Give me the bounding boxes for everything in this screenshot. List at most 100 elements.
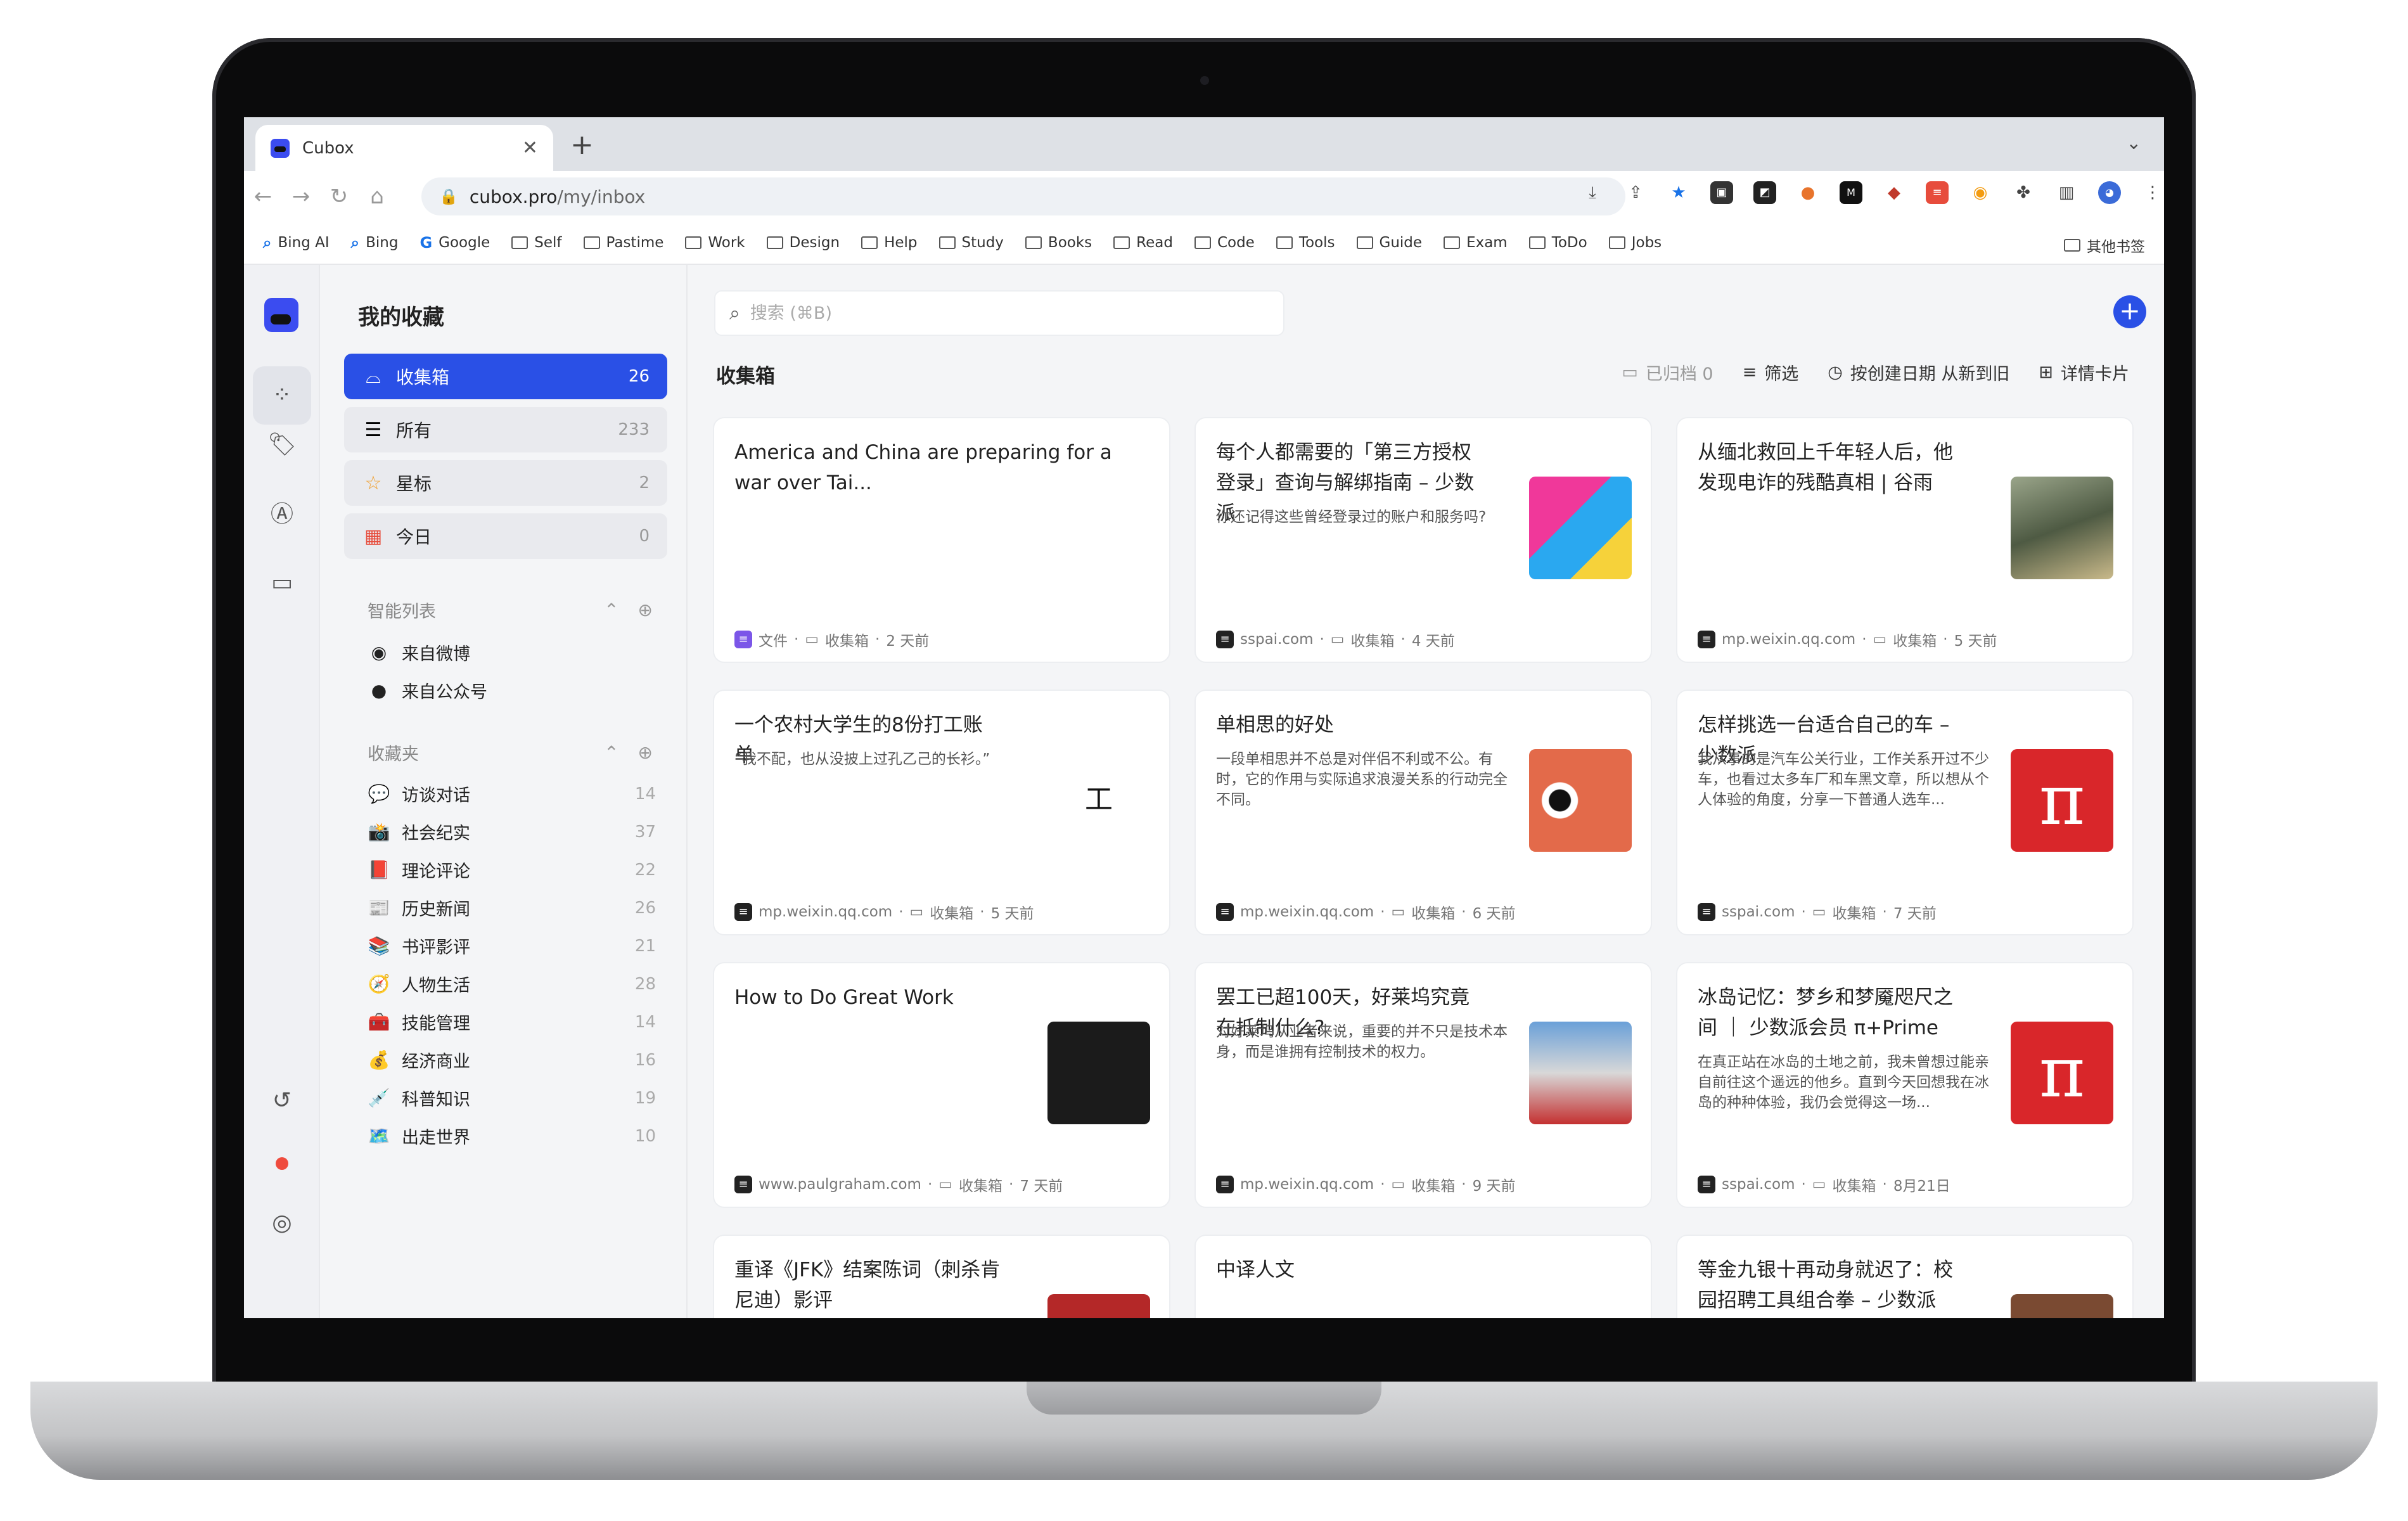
side-panel-icon[interactable]: ▥ <box>2055 181 2078 204</box>
bookmark-item[interactable]: Read <box>1113 234 1173 251</box>
folder-item[interactable]: 💰 经济商业 16 <box>368 1048 656 1072</box>
forward-icon[interactable]: → <box>282 184 320 209</box>
article-card[interactable]: 罢工已超100天，好莱坞究竟在抵制什么? 对好莱坞从业者来说，重要的并不只是技术本… <box>1194 962 1652 1208</box>
reload-icon[interactable]: ↻ <box>320 184 358 209</box>
article-card[interactable]: 冰岛记忆：梦乡和梦魇咫尺之间 ｜ 少数派会员 π+Prime 在真正站在冰岛的土地… <box>1676 962 2134 1208</box>
home-icon[interactable]: ⌂ <box>358 184 396 209</box>
extension-icon[interactable]: ◉ <box>1969 181 1992 204</box>
smart-item-weibo[interactable]: ◉ 来自微博 <box>368 640 656 665</box>
puzzle-icon[interactable]: ✤ <box>2012 181 2035 204</box>
bookmark-item[interactable]: Tools <box>1276 234 1335 251</box>
collapse-icon[interactable]: ⌃ <box>604 742 618 763</box>
folder-label: 技能管理 <box>402 1014 470 1034</box>
bookmark-item[interactable]: Pastime <box>583 234 663 251</box>
browser-tab[interactable]: Cubox ✕ <box>255 125 553 171</box>
sidebar-item-today[interactable]: ▦ 今日 0 <box>344 513 667 559</box>
back-icon[interactable]: ← <box>244 184 282 209</box>
article-card[interactable]: 单相思的好处 一段单相思并不总是对伴侣不利或不公。有时，它的作用与实际追求浪漫关系… <box>1194 690 1652 935</box>
install-icon[interactable]: ⤓ <box>1581 181 1604 204</box>
bookmark-item[interactable]: Exam <box>1444 234 1508 251</box>
extension-icon[interactable]: ◩ <box>1753 181 1776 204</box>
archived-button[interactable]: ▭ 已归档 0 <box>1622 360 1713 385</box>
bookmark-item[interactable]: Jobs <box>1608 234 1662 251</box>
folder-item[interactable]: 💬 访谈对话 14 <box>368 781 656 806</box>
folder-item[interactable]: 📕 理论评论 22 <box>368 857 656 882</box>
folder-emoji-icon: 💰 <box>368 1049 390 1070</box>
bookmark-star-icon[interactable]: ★ <box>1667 181 1690 204</box>
article-card[interactable]: 中译人文 <box>1194 1235 1652 1318</box>
bookmark-item[interactable]: ⌕ Bing <box>351 234 399 252</box>
card-meta: ≡ sspai.com · ▭ 收集箱 · 8月21日 <box>1698 1174 1950 1195</box>
folder-item[interactable]: 🗺️ 出走世界 10 <box>368 1124 656 1148</box>
extension-icon[interactable]: ▣ <box>1710 181 1733 204</box>
article-card[interactable]: 怎样挑选一台适合自己的车 – 少数派 我从事的是汽车公关行业，工作关系开过不少车，… <box>1676 690 2134 935</box>
bookmark-item[interactable]: ToDo <box>1528 234 1587 251</box>
record-dot-icon[interactable] <box>276 1157 288 1170</box>
folder-item[interactable]: 🧰 技能管理 14 <box>368 1010 656 1034</box>
bookmark-item[interactable]: Work <box>685 234 745 251</box>
share-icon[interactable]: ⇪ <box>1624 181 1647 204</box>
article-card[interactable]: 从缅北救回上千年轻人后，他发现电诈的残酷真相 | 谷雨 ≡ mp.weixin.qq… <box>1676 417 2134 663</box>
bookmark-label: Help <box>884 234 918 251</box>
smart-item-wechat[interactable]: ● 来自公众号 <box>368 678 656 703</box>
bookmark-item[interactable]: Help <box>861 234 918 251</box>
extension-icon[interactable]: ● <box>1796 181 1819 204</box>
folder-icon: ▭ <box>1812 1176 1826 1193</box>
settings-icon[interactable]: ◎ <box>267 1208 297 1238</box>
folder-item[interactable]: 📸 社会纪实 37 <box>368 819 656 844</box>
add-icon[interactable]: ⊕ <box>638 742 653 763</box>
bookmark-item[interactable]: Code <box>1194 234 1255 251</box>
search-input[interactable] <box>750 303 1245 323</box>
folder-icon <box>583 236 600 249</box>
extension-icon[interactable]: ◆ <box>1883 181 1905 204</box>
tab-bar: Cubox ✕ + ⌄ <box>244 117 2164 171</box>
bookmark-item[interactable]: Study <box>938 234 1004 251</box>
bookmark-item[interactable]: G Google <box>419 234 490 252</box>
extension-icon[interactable]: M <box>1840 181 1862 204</box>
tab-search-icon[interactable]: ⌄ <box>2127 132 2141 153</box>
article-card[interactable]: America and China are preparing for a wa… <box>713 417 1170 663</box>
bookmark-item[interactable]: Self <box>511 234 562 251</box>
folder-item[interactable]: 💉 科普知识 19 <box>368 1086 656 1110</box>
sidebar-item-starred[interactable]: ☆ 星标 2 <box>344 460 667 506</box>
sort-button[interactable]: ◷ 按创建日期 从新到旧 <box>1828 360 2009 385</box>
bookmark-item[interactable]: Guide <box>1356 234 1422 251</box>
sidebar-item-all[interactable]: ☰ 所有 233 <box>344 407 667 452</box>
other-bookmarks[interactable]: 其他书签 <box>2064 234 2145 256</box>
collapse-icon[interactable]: ⌃ <box>604 600 618 620</box>
collections-icon[interactable]: ⁘ <box>253 366 311 425</box>
search-box[interactable]: ⌕ <box>714 290 1284 336</box>
close-tab-icon[interactable]: ✕ <box>522 137 538 159</box>
extension-icon[interactable]: ≡ <box>1926 181 1949 204</box>
article-card[interactable]: How to Do Great Work ≡ www.paulgraham.com ·… <box>713 962 1170 1208</box>
add-button[interactable]: + <box>2113 295 2146 328</box>
article-card[interactable]: 一个农村大学生的8份打工账单 “我不配，也从没披上过孔乙己的长衫。” ⼯ ≡ mp.we… <box>713 690 1170 935</box>
folder-item[interactable]: 🧭 人物生活 28 <box>368 972 656 996</box>
article-card[interactable]: 每个人都需要的「第三方授权登录」查询与解绑指南 – 少数派 你还记得这些曾经登录过… <box>1194 417 1652 663</box>
article-card[interactable]: 重译《JFK》结案陈词（刺杀肯尼迪）影评 <box>713 1235 1170 1318</box>
view-button[interactable]: ⊞ 详情卡片 <box>2039 360 2129 385</box>
highlight-icon[interactable]: Ⓐ <box>267 499 297 530</box>
bookmark-item[interactable]: Books <box>1025 234 1092 251</box>
tag-icon[interactable]: 🏷 <box>267 430 297 460</box>
smart-item-label: 来自微博 <box>402 645 470 664</box>
address-bar[interactable]: 🔒 cubox.pro/my/inbox <box>421 177 1625 215</box>
bookmark-item[interactable]: ⌕ Bing AI <box>263 234 330 252</box>
card-time: 2 天前 <box>886 633 930 650</box>
sidebar-item-inbox[interactable]: ⌓ 收集箱 26 <box>344 354 667 399</box>
cubox-logo[interactable] <box>264 298 298 332</box>
archive-icon: ▭ <box>1622 363 1638 382</box>
history-icon[interactable]: ↺ <box>267 1086 297 1116</box>
folder-icon <box>1528 236 1546 249</box>
folder-item[interactable]: 📰 历史新闻 26 <box>368 895 656 920</box>
bookmark-item[interactable]: Design <box>766 234 840 251</box>
avatar[interactable]: ◕ <box>2098 181 2121 204</box>
filter-button[interactable]: ≡ 筛选 <box>1743 360 1799 385</box>
archive-icon[interactable]: ▭ <box>267 568 297 598</box>
new-tab-button[interactable]: + <box>570 129 594 161</box>
folder-icon <box>1113 236 1130 249</box>
menu-icon[interactable]: ⋮ <box>2141 181 2164 204</box>
folder-item[interactable]: 📚 书评影评 21 <box>368 934 656 958</box>
article-card[interactable]: 等金九银十再动身就迟了：校园招聘工具组合拳 – 少数派 <box>1676 1235 2134 1318</box>
add-icon[interactable]: ⊕ <box>638 600 653 620</box>
